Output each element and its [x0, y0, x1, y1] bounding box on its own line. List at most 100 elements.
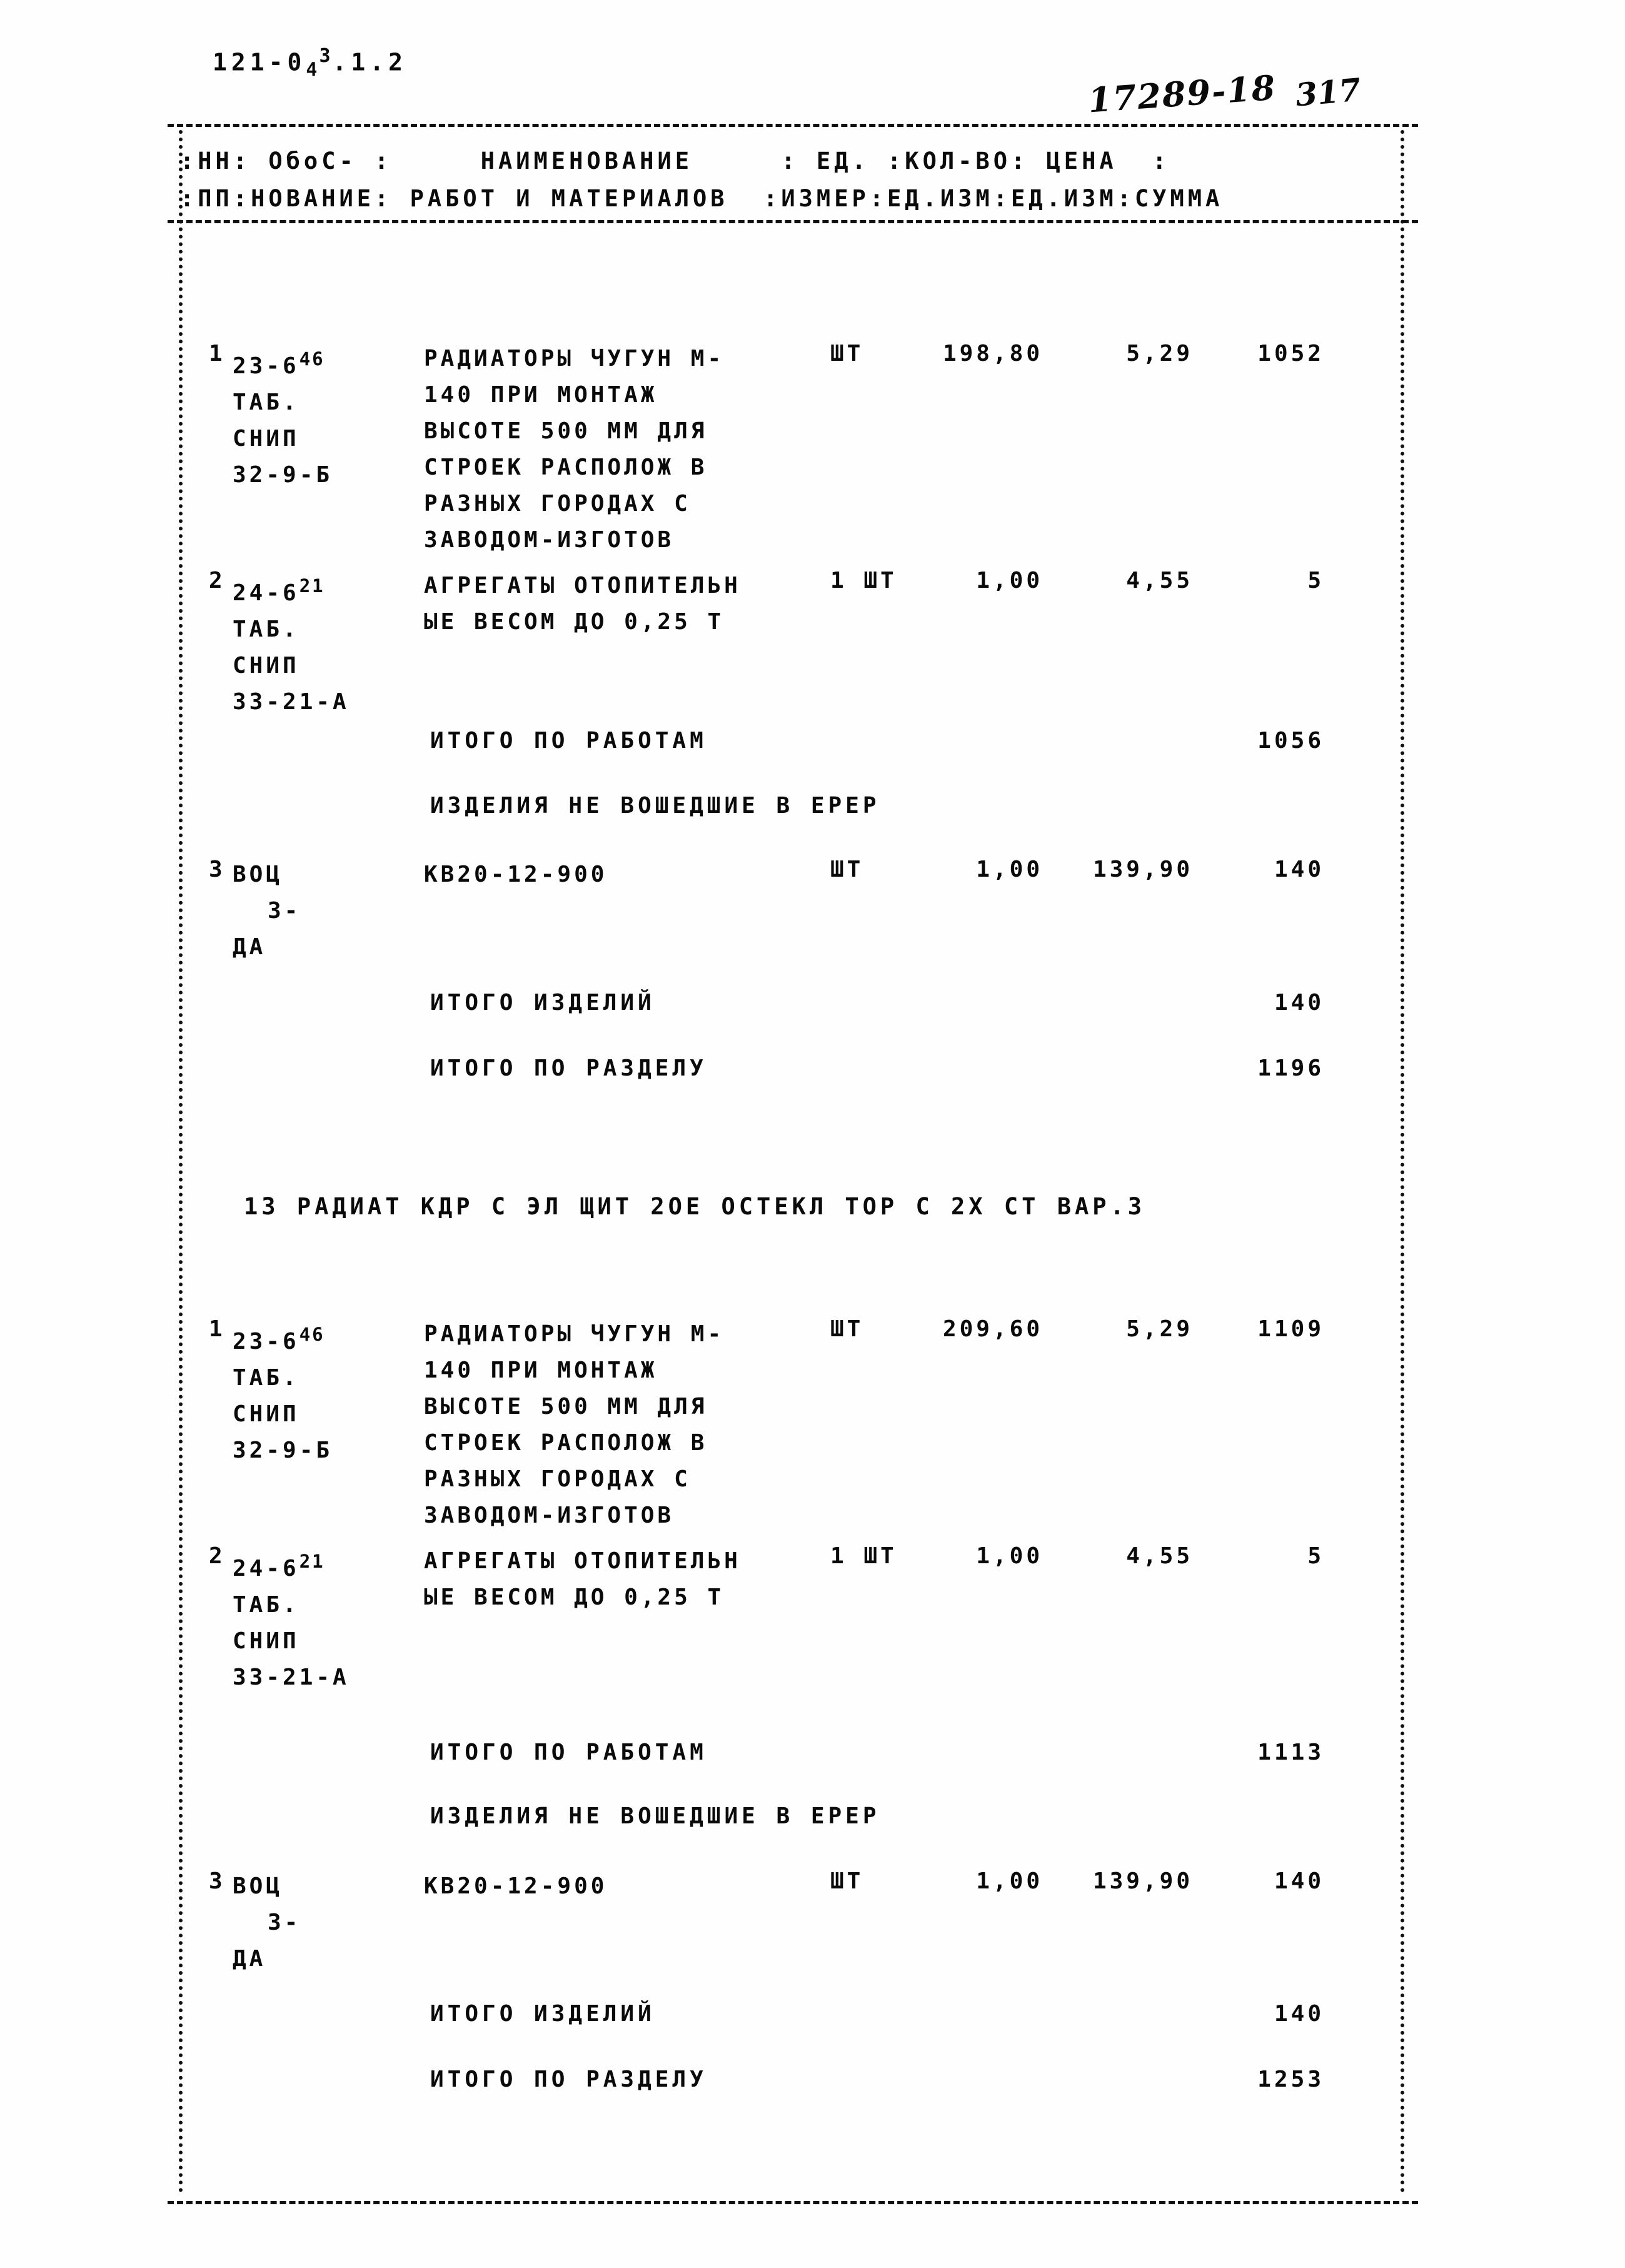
row-code-sup: 46	[299, 348, 325, 370]
desc-line: СТРОЕК РАСПОЛОЖ В	[424, 1430, 708, 1456]
row-quantity: 1,00	[976, 1868, 1043, 1894]
row-description: КВ20-12-900	[424, 857, 607, 893]
row-sum: 5	[1307, 1543, 1324, 1569]
row-unit: 1 ШТ	[830, 1543, 897, 1569]
row-unit: ШТ	[830, 1316, 864, 1342]
row-price: 4,55	[1126, 1543, 1193, 1569]
row-description: АГРЕГАТЫ ОТОПИТЕЛЬН ЫЕ ВЕСОМ ДО 0,25 Т	[424, 568, 741, 640]
row-sum: 140	[1274, 1868, 1324, 1894]
document-code-prefix: 121-0	[213, 48, 306, 76]
row-unit: ШТ	[830, 1868, 864, 1894]
row-price: 5,29	[1126, 341, 1193, 366]
row-code: 23-646 ТАБ. СНИП 32-9-Б	[233, 341, 333, 493]
top-divider	[168, 124, 1418, 127]
row-code-extra-2: ДА	[233, 1946, 266, 1972]
desc-line: СТРОЕК РАСПОЛОЖ В	[424, 455, 708, 480]
row-description: АГРЕГАТЫ ОТОПИТЕЛЬН ЫЕ ВЕСОМ ДО 0,25 Т	[424, 1543, 741, 1616]
row-quantity: 1,00	[976, 857, 1043, 882]
right-border	[1401, 130, 1404, 2194]
row-code-extra-1: ТАБ.	[233, 1365, 299, 1391]
row-code: ВОЦ З- ДА	[233, 1868, 301, 1977]
row-code-main: 24-6	[233, 580, 299, 606]
row-number: 1	[209, 341, 226, 366]
row-code-extra-2: СНИП	[233, 1628, 299, 1654]
row-description: РАДИАТОРЫ ЧУГУН М- 140 ПРИ МОНТАЖ ВЫСОТЕ 5…	[424, 341, 724, 558]
not-included-label: ИЗДЕЛИЯ НЕ ВОШЕДШИЕ В ЕРЕР	[430, 1803, 880, 1829]
row-code-extra-1: ТАБ.	[233, 1592, 299, 1618]
row-unit: ШТ	[830, 857, 864, 882]
row-code-extra-1: ТАБ.	[233, 390, 299, 415]
row-code: 24-621 ТАБ. СНИП 33-21-А	[233, 1543, 350, 1696]
row-code: 24-621 ТАБ. СНИП 33-21-А	[233, 568, 350, 720]
desc-line: ВЫСОТЕ 500 ММ ДЛЯ	[424, 1394, 708, 1419]
not-included-label: ИЗДЕЛИЯ НЕ ВОШЕДШИЕ В ЕРЕР	[430, 793, 880, 819]
header-divider	[168, 220, 1418, 223]
desc-line: КВ20-12-900	[424, 862, 608, 887]
row-code-sup: 21	[299, 1551, 325, 1572]
row-price: 5,29	[1126, 1316, 1193, 1342]
row-sum: 1052	[1257, 341, 1324, 366]
row-sum: 140	[1274, 857, 1324, 882]
desc-line: АГРЕГАТЫ ОТОПИТЕЛЬН	[424, 573, 741, 598]
total-items-value: 140	[1274, 2001, 1324, 2027]
row-code-extra-2: СНИП	[233, 653, 299, 678]
row-code: 23-646 ТАБ. СНИП 32-9-Б	[233, 1316, 333, 1469]
row-code-extra-2: СНИП	[233, 426, 299, 451]
row-sum: 5	[1307, 568, 1324, 593]
section-title: 13 РАДИАТ КДР С ЭЛ ЩИТ 2ОЕ ОСТЕКЛ ТОР С …	[244, 1193, 1146, 1220]
desc-line: АГРЕГАТЫ ОТОПИТЕЛЬН	[424, 1548, 741, 1574]
row-price: 4,55	[1126, 568, 1193, 593]
total-items-label: ИТОГО ИЗДЕЛИЙ	[430, 2001, 655, 2027]
document-code-sub: 4	[306, 59, 319, 81]
desc-line: РАЗНЫХ ГОРОДАХ С	[424, 491, 691, 517]
row-number: 3	[209, 857, 226, 882]
row-code-extra-2: ДА	[233, 934, 266, 960]
total-works-value: 1113	[1257, 1740, 1324, 1765]
row-number: 2	[209, 1543, 226, 1569]
handwritten-archive-number: 17289-18	[1087, 67, 1278, 121]
desc-line: ЗАВОДОМ-ИЗГОТОВ	[424, 1503, 675, 1528]
row-price: 139,90	[1092, 1868, 1193, 1894]
row-code-main: ВОЦ	[233, 862, 283, 887]
row-code-main: 24-6	[233, 1556, 299, 1581]
row-code-main: 23-6	[233, 353, 299, 379]
row-code-extra-1: ТАБ.	[233, 617, 299, 642]
row-code-main: ВОЦ	[233, 1873, 283, 1899]
left-border	[179, 130, 183, 2194]
row-price: 139,90	[1092, 857, 1193, 882]
row-code-sup: 46	[299, 1324, 325, 1345]
total-items-label: ИТОГО ИЗДЕЛИЙ	[430, 990, 655, 1016]
row-code-extra-3: 32-9-Б	[233, 1438, 333, 1463]
row-code-extra-3: 33-21-А	[233, 1665, 350, 1690]
desc-line: РАДИАТОРЫ ЧУГУН М-	[424, 1321, 725, 1347]
desc-line: ЗАВОДОМ-ИЗГОТОВ	[424, 527, 675, 553]
row-unit: 1 ШТ	[830, 568, 897, 593]
row-number: 2	[209, 568, 226, 593]
table-header-line-2: :ПП:НОВАНИЕ: РАБОТ И МАТЕРИАЛОВ :ИЗМЕР:Е…	[180, 185, 1224, 212]
document-page: 121-043.1.2 17289-18 317 :НН: ОбоС- : НА…	[0, 0, 1625, 2268]
row-description: КВ20-12-900	[424, 1868, 607, 1905]
desc-line: ВЫСОТЕ 500 ММ ДЛЯ	[424, 418, 708, 444]
desc-line: РАДИАТОРЫ ЧУГУН М-	[424, 346, 725, 371]
row-code-extra-3: 32-9-Б	[233, 462, 333, 488]
total-section-label: ИТОГО ПО РАЗДЕЛУ	[430, 1056, 707, 1081]
total-section-value: 1196	[1257, 1056, 1324, 1081]
document-code-suffix: .1.2	[332, 48, 408, 76]
row-quantity: 1,00	[976, 1543, 1043, 1569]
row-code-main: 23-6	[233, 1329, 299, 1354]
document-code-sup: 3	[319, 45, 333, 67]
row-number: 1	[209, 1316, 226, 1342]
total-items-value: 140	[1274, 990, 1324, 1016]
row-quantity: 1,00	[976, 568, 1043, 593]
bottom-divider	[168, 2201, 1418, 2204]
total-section-value: 1253	[1257, 2067, 1324, 2092]
row-code-extra-3: 33-21-А	[233, 689, 350, 715]
row-code-extra-1: З-	[268, 898, 301, 924]
total-works-label: ИТОГО ПО РАБОТАМ	[430, 1740, 707, 1765]
handwritten-page-number: 317	[1294, 71, 1362, 114]
row-code-extra-1: З-	[268, 1910, 301, 1935]
table-header-line-1: :НН: ОбоС- : НАИМЕНОВАНИЕ : ЕД. :КОЛ-ВО:…	[180, 148, 1170, 174]
desc-line: 140 ПРИ МОНТАЖ	[424, 382, 658, 408]
desc-line: ЫЕ ВЕСОМ ДО 0,25 Т	[424, 609, 725, 635]
desc-line: 140 ПРИ МОНТАЖ	[424, 1358, 658, 1383]
